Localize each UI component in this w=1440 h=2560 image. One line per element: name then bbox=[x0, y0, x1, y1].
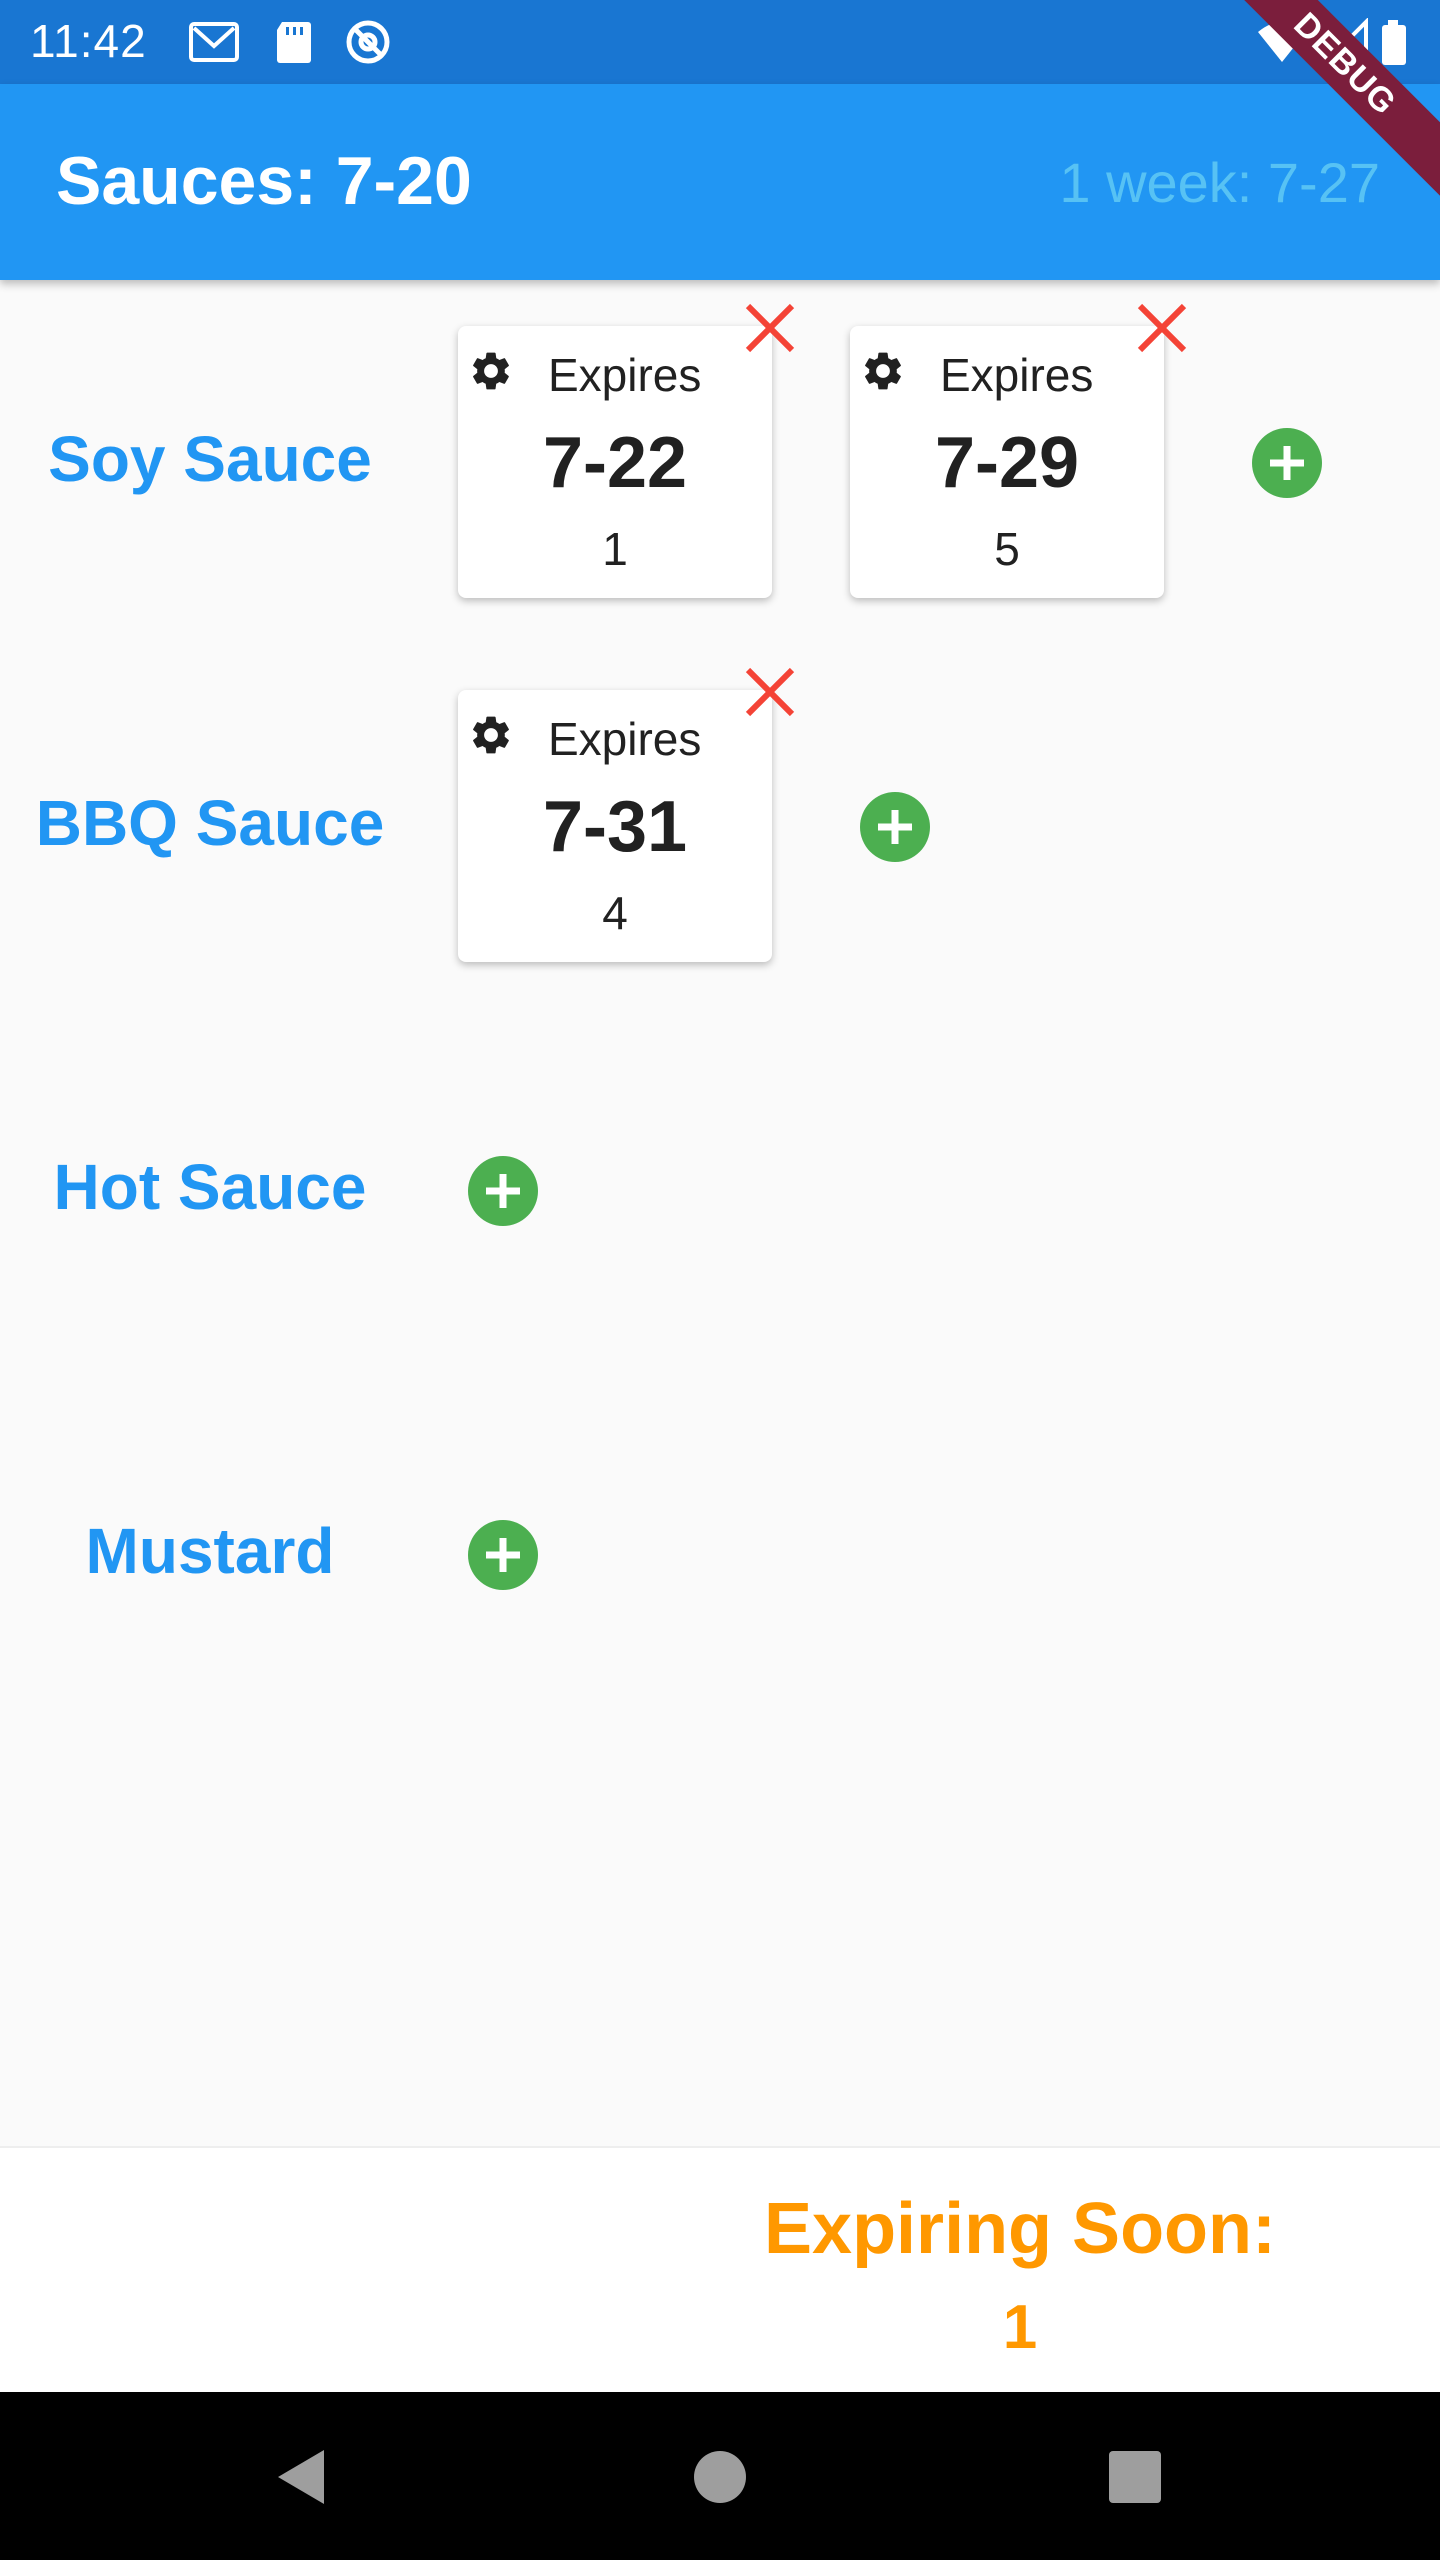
page-title: Sauces: 7-20 bbox=[56, 143, 472, 219]
status-bar: 11:42 bbox=[0, 0, 1440, 84]
expiry-date: 7-22 bbox=[542, 423, 688, 503]
delete-icon[interactable] bbox=[742, 664, 798, 720]
expiry-date: 7-29 bbox=[934, 423, 1080, 503]
item-card[interactable]: Expires 7-31 4 bbox=[458, 667, 795, 962]
row-label-soy-sauce: Soy Sauce bbox=[48, 423, 372, 495]
item-card[interactable]: Expires 7-29 5 bbox=[850, 303, 1187, 598]
expiry-date: 7-31 bbox=[542, 787, 688, 867]
add-button[interactable] bbox=[1252, 428, 1322, 498]
week-date: 1 week: 7-27 bbox=[1059, 151, 1380, 214]
app-bar: Sauces: 7-20 1 week: 7-27 bbox=[0, 84, 1440, 280]
expires-label: Expires bbox=[940, 349, 1094, 401]
add-button[interactable] bbox=[468, 1520, 538, 1590]
delete-icon[interactable] bbox=[1134, 300, 1190, 356]
recents-icon[interactable] bbox=[1090, 2432, 1180, 2522]
gear-icon[interactable] bbox=[860, 348, 906, 394]
item-count: 4 bbox=[602, 887, 628, 939]
item-count: 1 bbox=[602, 523, 628, 575]
item-card[interactable]: Expires 7-22 1 bbox=[458, 303, 795, 598]
plus-icon bbox=[1270, 446, 1304, 480]
plus-icon bbox=[486, 1174, 520, 1208]
status-time: 11:42 bbox=[30, 15, 147, 67]
row-label-hot-sauce: Hot Sauce bbox=[53, 1151, 367, 1223]
item-count: 5 bbox=[994, 523, 1020, 575]
footer: Expiring Soon: 1 bbox=[0, 2146, 1440, 2392]
plus-icon bbox=[486, 1538, 520, 1572]
gear-icon[interactable] bbox=[468, 712, 514, 758]
back-icon[interactable] bbox=[256, 2432, 346, 2522]
plus-icon bbox=[878, 810, 912, 844]
gmail-icon bbox=[188, 18, 240, 66]
row-label-mustard: Mustard bbox=[85, 1515, 335, 1587]
expires-label: Expires bbox=[548, 713, 702, 765]
delete-icon[interactable] bbox=[742, 300, 798, 356]
navigation-bar bbox=[0, 2392, 1440, 2560]
gear-icon[interactable] bbox=[468, 348, 514, 394]
add-button[interactable] bbox=[860, 792, 930, 862]
expiring-soon-label: Expiring Soon: bbox=[764, 2189, 1276, 2269]
battery-icon bbox=[1374, 18, 1414, 66]
at-sign-icon bbox=[342, 18, 394, 66]
add-button[interactable] bbox=[468, 1156, 538, 1226]
home-icon[interactable] bbox=[675, 2432, 765, 2522]
expiring-soon-count: 1 bbox=[1002, 2293, 1038, 2362]
row-label-bbq-sauce: BBQ Sauce bbox=[35, 787, 385, 859]
sd-card-icon bbox=[268, 18, 320, 66]
expires-label: Expires bbox=[548, 349, 702, 401]
